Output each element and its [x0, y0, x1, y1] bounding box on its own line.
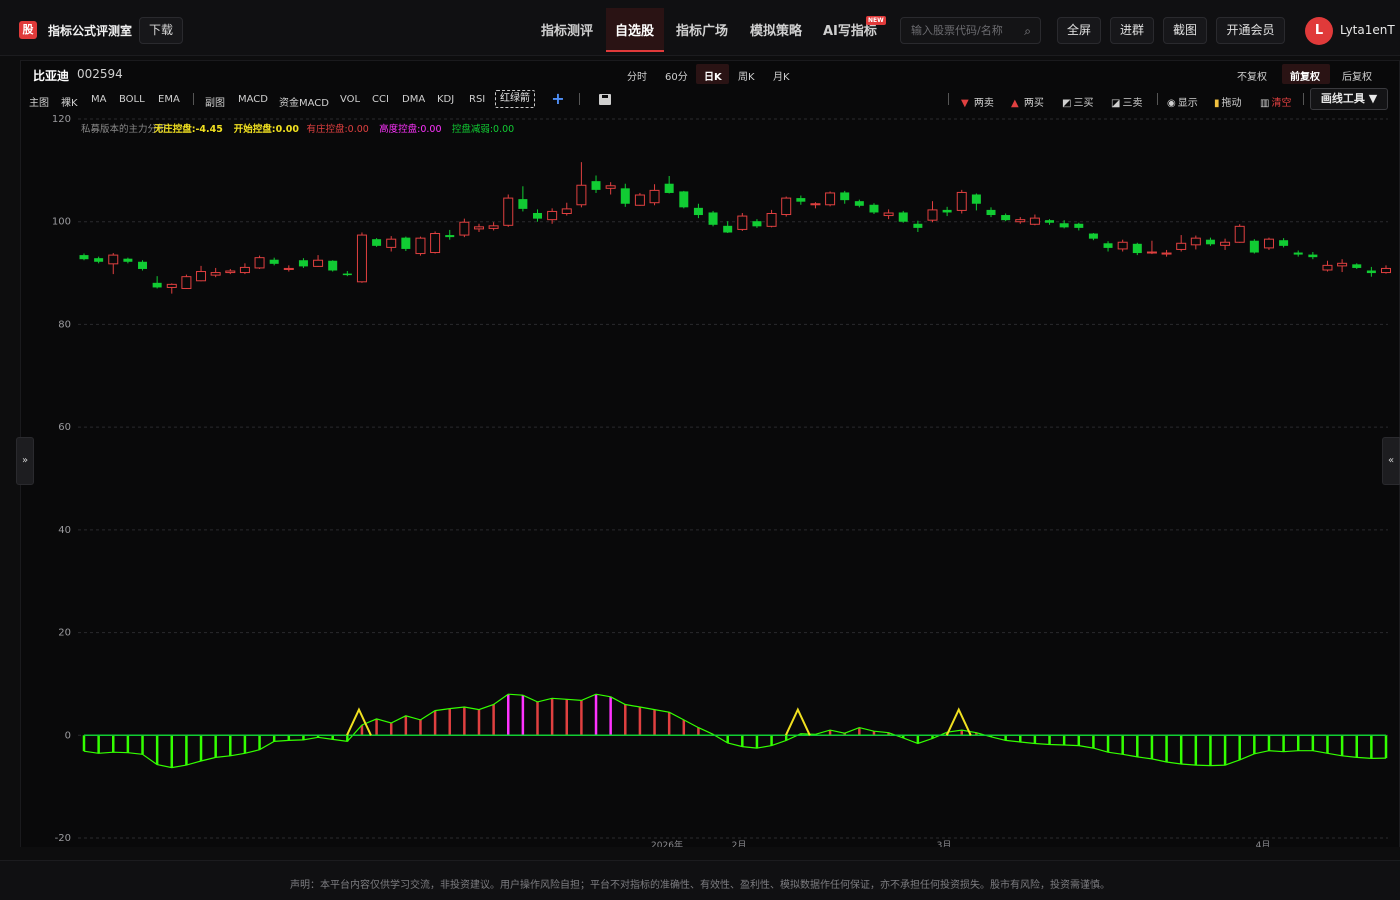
down-triangle-icon: ▼ [961, 98, 969, 109]
eye-icon: ◉ [1167, 98, 1176, 109]
indicator-boll[interactable]: BOLL [119, 94, 145, 105]
period-monthly[interactable]: 月K [773, 68, 790, 83]
stock-code: 002594 [77, 67, 123, 81]
period-weekly[interactable]: 周K [738, 68, 755, 83]
fullscreen-button[interactable]: 全屏 [1057, 17, 1101, 44]
trend-down-icon: ◪ [1111, 98, 1121, 109]
period-intraday[interactable]: 分时 [627, 68, 647, 83]
indicator-main-chart[interactable]: 主图 [29, 94, 49, 109]
tool-two-buy[interactable]: ▲ 两买 [1011, 94, 1044, 109]
drawing-tools-label: 画线工具 [1320, 92, 1365, 105]
tool-clear[interactable]: ▥ 清空 [1260, 94, 1291, 109]
nav-simulation-strategy[interactable]: 模拟策略 [750, 20, 802, 39]
stock-search-box[interactable]: ⌕ [900, 17, 1041, 44]
app-title[interactable]: 指标公式评测室 [48, 22, 132, 39]
save-icon[interactable] [599, 94, 611, 105]
username[interactable]: Lyta1enT [1340, 23, 1395, 37]
tool-drag[interactable]: ▮ 拖动 [1214, 94, 1242, 109]
tool-two-sell[interactable]: ▼ 两卖 [961, 94, 994, 109]
indicator-vol[interactable]: VOL [340, 94, 360, 105]
add-indicator-icon[interactable]: + [548, 89, 568, 109]
indicator-cci[interactable]: CCI [372, 94, 389, 105]
chevron-down-icon: ▼ [1368, 92, 1378, 105]
toolbar-divider [948, 93, 949, 105]
download-button[interactable]: 下载 [139, 17, 183, 44]
membership-button[interactable]: 开通会员 [1216, 17, 1285, 44]
lock-icon: ▮ [1214, 98, 1220, 109]
tool-three-buy[interactable]: ◩ 三买 [1062, 94, 1093, 109]
nav-indicator-review[interactable]: 指标测评 [541, 20, 593, 39]
expand-right-panel-icon[interactable]: « [1382, 437, 1400, 485]
toolbar-divider [1157, 93, 1158, 105]
search-icon[interactable]: ⌕ [1024, 24, 1031, 39]
toolbar-divider [193, 93, 194, 105]
tool-three-sell[interactable]: ◪ 三卖 [1111, 94, 1142, 109]
tool-show-label: 显示 [1177, 98, 1198, 109]
adjust-none[interactable]: 不复权 [1237, 68, 1267, 83]
indicator-sub-chart[interactable]: 副图 [205, 94, 225, 109]
tool-drag-label: 拖动 [1221, 98, 1242, 109]
tool-three-sell-label: 三卖 [1122, 98, 1143, 109]
toolbar-divider [1303, 93, 1304, 105]
screenshot-button[interactable]: 截图 [1163, 17, 1207, 44]
nav-watchlist[interactable]: 自选股 [615, 20, 654, 39]
indicator-macd[interactable]: MACD [238, 94, 268, 105]
indicator-rsi[interactable]: RSI [469, 94, 485, 105]
indicator-ema[interactable]: EMA [158, 94, 180, 105]
chart-panel [20, 60, 1400, 850]
up-triangle-icon: ▲ [1011, 98, 1019, 109]
new-badge: NEW [866, 16, 886, 25]
trash-icon: ▥ [1260, 98, 1270, 109]
tool-clear-label: 清空 [1271, 98, 1292, 109]
adjust-forward[interactable]: 前复权 [1290, 68, 1320, 83]
join-group-button[interactable]: 进群 [1110, 17, 1154, 44]
tool-two-sell-label: 两卖 [973, 98, 994, 109]
period-60min[interactable]: 60分 [665, 68, 688, 83]
disclaimer-text: 声明：本平台内容仅供学习交流，非投资建议。用户操作风险自担；平台不对指标的准确性… [290, 880, 1110, 891]
indicator-bare-k[interactable]: 裸K [61, 94, 78, 109]
nav-indicator-square[interactable]: 指标广场 [676, 20, 728, 39]
toolbar-divider [579, 93, 580, 105]
indicator-fund-macd[interactable]: 资金MACD [279, 94, 329, 109]
expand-left-panel-icon[interactable]: » [16, 437, 34, 485]
stock-name: 比亚迪 [33, 69, 70, 83]
app-logo-icon[interactable]: 股 [19, 21, 37, 39]
user-avatar[interactable]: L [1305, 17, 1333, 45]
tool-two-buy-label: 两买 [1023, 98, 1044, 109]
trend-up-icon: ◩ [1062, 98, 1072, 109]
indicator-kdj[interactable]: KDJ [437, 94, 454, 105]
adjust-backward[interactable]: 后复权 [1342, 68, 1372, 83]
tool-show[interactable]: ◉ 显示 [1167, 94, 1198, 109]
drawing-tools-dropdown[interactable]: 画线工具 ▼ [1310, 88, 1388, 110]
tool-three-buy-label: 三买 [1073, 98, 1094, 109]
period-daily[interactable]: 日K [704, 68, 722, 83]
indicator-dma[interactable]: DMA [402, 94, 425, 105]
stock-search-input[interactable] [911, 22, 1019, 39]
indicator-red-green-arrow[interactable]: 红绿箭 [495, 90, 535, 108]
indicator-ma[interactable]: MA [91, 94, 106, 105]
